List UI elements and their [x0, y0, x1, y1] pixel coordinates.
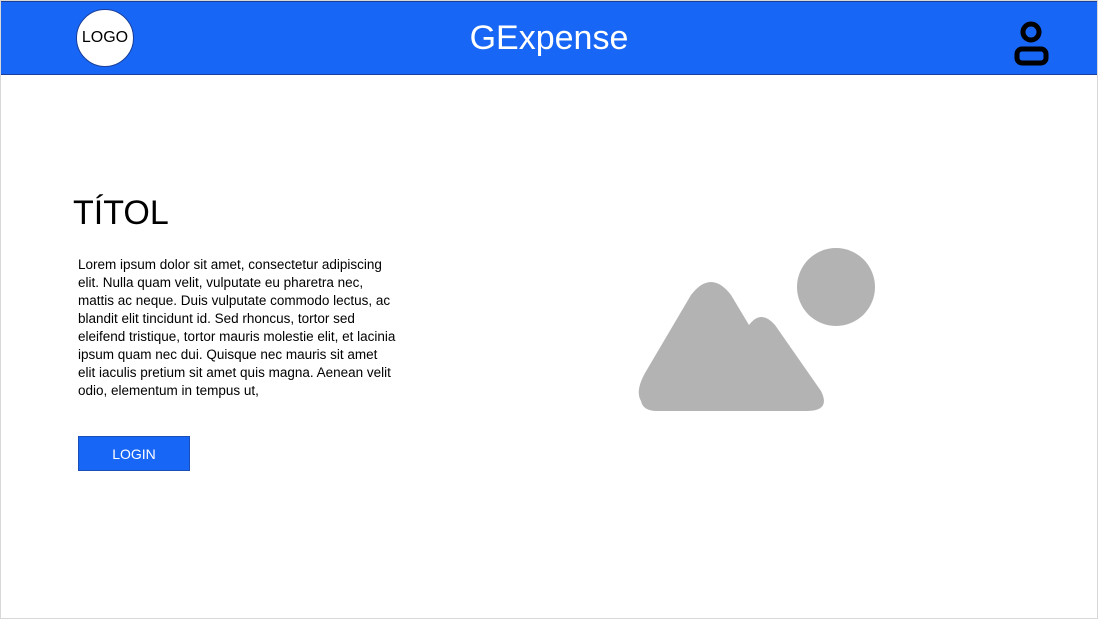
- image-placeholder-icon: [631, 241, 881, 416]
- page-title: TÍTOL: [73, 194, 169, 232]
- user-icon[interactable]: [1009, 20, 1053, 68]
- intro-text: Lorem ipsum dolor sit amet, consectetur …: [78, 257, 396, 398]
- header-bar: LOGO GExpense: [1, 1, 1097, 75]
- page-frame: LOGO GExpense TÍTOL Lorem ipsum dolor si…: [0, 0, 1098, 619]
- login-button[interactable]: LOGIN: [78, 436, 190, 471]
- logo-label: LOGO: [81, 29, 129, 46]
- logo[interactable]: LOGO: [76, 9, 134, 67]
- app-title: GExpense: [469, 18, 629, 57]
